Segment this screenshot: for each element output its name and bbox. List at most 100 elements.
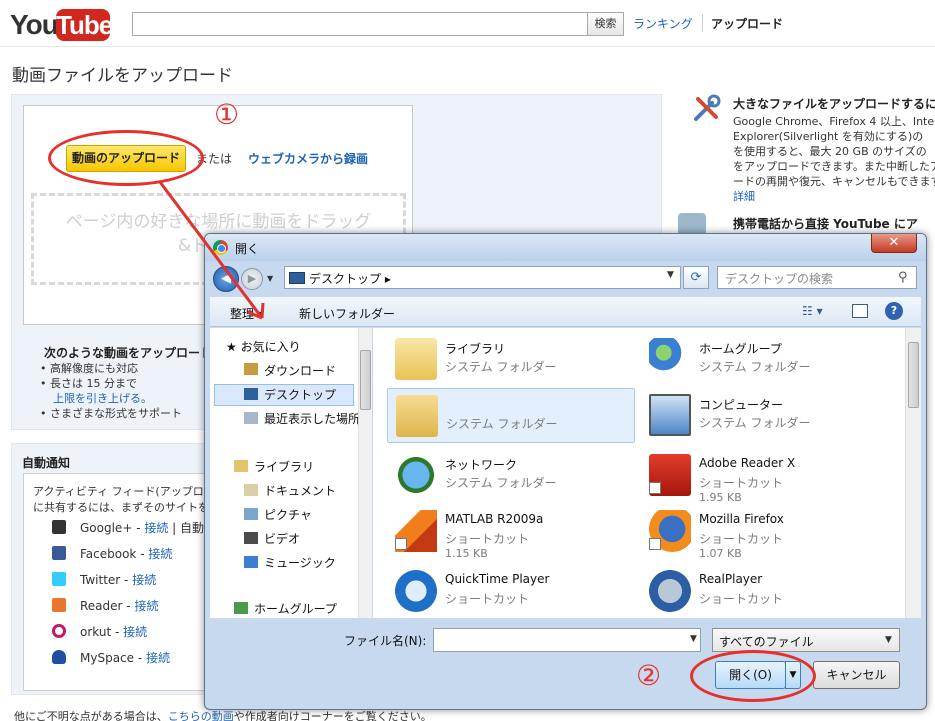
close-button[interactable]: ✕ <box>871 234 917 253</box>
user-folder-icon <box>396 395 438 437</box>
file-type: ショートカット <box>699 476 784 490</box>
youtube-logo[interactable]: You Tube <box>10 7 113 43</box>
connect-reader-link[interactable]: 接続 <box>134 599 158 613</box>
service-facebook: Facebook - 接続 <box>52 545 172 562</box>
nav-documents[interactable]: ドキュメント <box>264 482 336 499</box>
nav-homegroup[interactable]: ホームグループ <box>254 600 337 617</box>
service-name: Google+ <box>80 521 133 535</box>
file-item-selected[interactable]: システム フォルダー <box>387 388 635 443</box>
connect-googleplus-link[interactable]: 接続 <box>144 521 168 535</box>
address-dropdown-icon[interactable]: ▼ <box>667 270 674 280</box>
dialog-search-input[interactable]: デスクトップの検索 ⚲ <box>717 266 917 289</box>
desktop-icon <box>289 272 305 284</box>
file-item[interactable]: コンピューター システム フォルダー <box>641 388 889 443</box>
nav-ranking-link[interactable]: ランキング <box>633 15 693 32</box>
shortcut-arrow-icon <box>649 538 661 550</box>
nav-videos[interactable]: ビデオ <box>264 530 300 547</box>
tip-line: を使用すると、最大 20 GB のサイズの <box>733 145 927 158</box>
file-scroll-thumb[interactable] <box>908 342 919 408</box>
file-type: ショートカット <box>445 532 530 546</box>
file-item[interactable]: Mozilla Firefox ショートカット 1.07 KB <box>641 504 889 560</box>
file-name: RealPlayer <box>699 572 763 586</box>
forward-button[interactable]: ▶ <box>241 268 263 290</box>
filetype-select[interactable]: すべてのファイル ▼ <box>712 628 900 652</box>
file-size: 1.15 KB <box>445 547 488 560</box>
googleplus-icon <box>52 520 66 534</box>
dialog-titlebar[interactable]: 開く ✕ <box>205 234 926 261</box>
tip-details-link[interactable]: 詳細 <box>733 189 935 204</box>
annotation-step2: ② <box>636 659 662 692</box>
music-icon <box>244 556 258 568</box>
file-item[interactable]: ライブラリ システム フォルダー <box>387 332 635 387</box>
raise-limit-link[interactable]: 上限を引き上げる。 <box>40 391 182 406</box>
file-item[interactable]: MATLAB R2009a ショートカット 1.15 KB <box>387 504 635 560</box>
dialog-search-placeholder: デスクトップの検索 <box>725 272 834 286</box>
cancel-button[interactable]: キャンセル <box>813 661 900 689</box>
myspace-icon <box>52 650 66 664</box>
filetype-value: すべてのファイル <box>719 635 814 649</box>
filename-input[interactable] <box>433 628 701 652</box>
nav-music[interactable]: ミュージック <box>264 554 336 571</box>
view-options-icon[interactable]: ☷ ▾ <box>802 304 834 320</box>
pictures-icon <box>244 508 258 520</box>
requirements-title: 次のような動画をアップロード <box>44 346 213 360</box>
address-text: デスクトップ ▸ <box>309 272 391 286</box>
file-name: コンピューター <box>699 398 784 412</box>
twitter-icon <box>52 572 66 586</box>
back-button[interactable]: ◀ <box>213 266 239 292</box>
connect-facebook-link[interactable]: 接続 <box>148 547 172 561</box>
service-sep: - <box>132 521 145 535</box>
file-item[interactable]: Adobe Reader X ショートカット 1.95 KB <box>641 448 889 504</box>
large-file-tip-title: 大きなファイルをアップロードするに <box>733 97 935 111</box>
auto-notify-desc-line2: に共有するには、まずそのサイトを <box>33 501 209 514</box>
service-googleplus: Google+ - 接続 | 自動通 <box>52 519 216 536</box>
service-sep: - <box>120 573 133 587</box>
help-button[interactable]: ? <box>885 302 903 320</box>
file-item[interactable]: ホームグループ システム フォルダー <box>641 332 889 387</box>
address-bar[interactable]: デスクトップ ▸ <box>284 266 681 289</box>
search-button[interactable]: 検索 <box>587 12 624 36</box>
connect-myspace-link[interactable]: 接続 <box>146 651 170 665</box>
file-name: ホームグループ <box>699 342 782 356</box>
nav-desktop[interactable]: デスクトップ <box>264 386 336 403</box>
connect-twitter-link[interactable]: 接続 <box>132 573 156 587</box>
auto-notify-title: 自動通知 <box>22 456 71 470</box>
nav-pictures[interactable]: ピクチャ <box>264 506 312 523</box>
file-size: 1.07 KB <box>699 547 742 560</box>
file-list: ライブラリ システム フォルダー ホームグループ システム フォルダー システム… <box>373 328 921 618</box>
footer-video-link[interactable]: こちらの動画 <box>168 710 234 721</box>
nav-downloads[interactable]: ダウンロード <box>264 362 336 379</box>
navigation-pane: ★ お気に入り ダウンロード デスクトップ 最近表示した場所 ライブラリ ドキュ… <box>210 328 372 618</box>
new-folder-button[interactable]: 新しいフォルダー <box>299 305 395 322</box>
refresh-button[interactable]: ⟳ <box>683 266 709 289</box>
file-item[interactable]: RealPlayer ショートカット <box>641 564 889 619</box>
search-input[interactable] <box>132 12 588 36</box>
file-name: Adobe Reader X <box>699 456 796 470</box>
nav-scrollbar[interactable] <box>358 328 372 618</box>
file-type: システム フォルダー <box>699 416 811 430</box>
file-scrollbar[interactable] <box>905 328 921 618</box>
connect-orkut-link[interactable]: 接続 <box>123 625 147 639</box>
dialog-title: 開く <box>235 242 260 256</box>
arrow-left-icon: ◀ <box>221 271 231 286</box>
shortcut-arrow-icon <box>649 482 661 494</box>
nav-favorites[interactable]: ★ お気に入り <box>226 338 301 355</box>
nav-recent[interactable]: 最近表示した場所 <box>264 410 360 427</box>
organize-button[interactable]: 整理 ▾ <box>230 305 264 322</box>
chrome-icon <box>213 240 228 255</box>
filename-dropdown-icon[interactable]: ▼ <box>690 634 697 644</box>
annotation-step1: ① <box>214 98 240 131</box>
file-size: 1.95 KB <box>699 491 742 504</box>
preview-pane-icon[interactable] <box>852 304 868 318</box>
nav-scroll-thumb[interactable] <box>360 350 371 410</box>
nav-library[interactable]: ライブラリ <box>254 458 314 475</box>
file-name: ネットワーク <box>445 458 518 472</box>
page-title: 動画ファイルをアップロード <box>12 66 233 86</box>
nav-upload[interactable]: アップロード <box>711 15 783 32</box>
file-item[interactable]: QuickTime Player ショートカット <box>387 564 635 619</box>
service-sep: - <box>134 651 146 665</box>
history-dropdown-icon[interactable]: ▼ <box>267 274 273 283</box>
webcam-record-link[interactable]: ウェブカメラから録画 <box>248 150 368 167</box>
file-item[interactable]: ネットワーク システム フォルダー <box>387 448 635 503</box>
file-type: ショートカット <box>699 532 784 546</box>
